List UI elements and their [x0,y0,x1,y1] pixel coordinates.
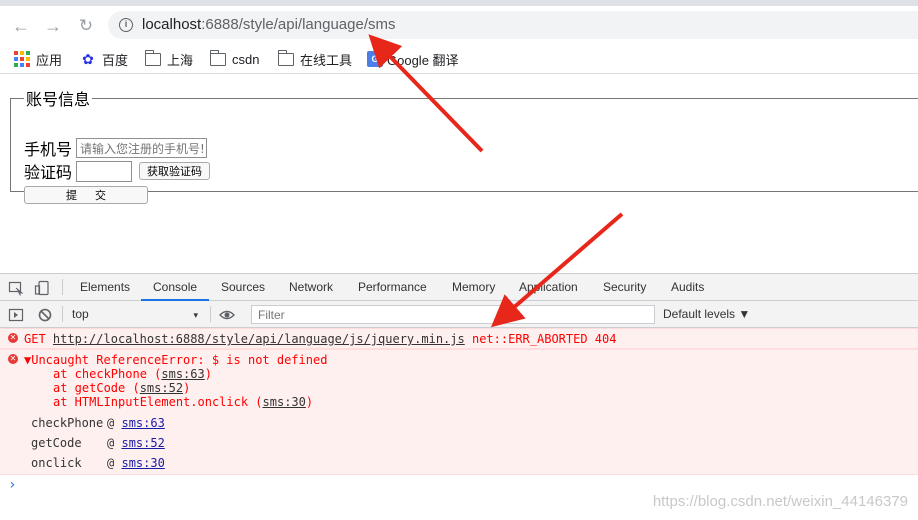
get-code-button[interactable]: 获取验证码 [139,162,211,180]
console-error-row: ✕ GET http://localhost:6888/style/api/la… [0,328,918,349]
prompt-chevron-icon: › [8,477,17,493]
bookmark-label: csdn [232,51,260,67]
phone-row: 手机号 请输入您注册的手机号! [24,136,208,160]
bookmark-folder-tools[interactable]: 在线工具 [277,49,353,68]
call-frame-row: onclick @ sms:30 [31,456,165,470]
phone-input[interactable]: 请输入您注册的手机号! [76,138,208,158]
toolbar-separator [62,306,63,322]
request-method: GET [24,332,46,346]
call-frames: checkPhone @ sms:63 getCode @ sms:52 oncli… [31,413,165,473]
bookmark-label: Google 翻译 [387,52,459,68]
reload-icon[interactable]: ↻ [75,15,97,37]
folder-icon [144,49,161,66]
watermark-text: https://blog.csdn.net/weixin_44146379 [652,493,908,510]
code-row: 验证码 获取验证码 [24,159,211,183]
console-filter-input[interactable]: Filter [251,305,655,324]
back-arrow-icon[interactable]: ← [10,15,32,37]
account-fieldset: 账号信息 手机号 请输入您注册的手机号! 验证码 获取验证码 提交 [10,86,918,204]
call-frame-row: checkPhone @ sms:63 [31,416,165,430]
tab-security[interactable]: Security [603,274,646,301]
console-toolbar: top ▾ Filter Default levels ▼ [0,301,918,328]
bookmark-label: 在线工具 [300,52,353,68]
folder-icon [209,49,226,66]
error-icon: ✕ [8,354,18,364]
source-link[interactable]: sms:63 [121,416,164,430]
inspect-element-icon[interactable] [8,280,24,296]
url-host: localhost [142,16,202,33]
toolbar-separator [210,306,211,322]
site-info-icon[interactable]: i [119,18,133,32]
tab-sources[interactable]: Sources [221,274,265,301]
bookmark-apps[interactable]: 应用 [14,50,62,68]
stack-trace: at checkPhone (sms:63) at getCode (sms:5… [53,367,313,409]
context-selector[interactable]: top ▾ [64,307,204,323]
call-frame-row: getCode @ sms:52 [31,436,165,450]
apps-grid-icon [14,51,30,67]
code-label: 验证码 [24,165,73,182]
stack-line: at getCode (sms:52) [53,381,191,395]
bookmarks-bar: 应用 ✿ 百度 上海 csdn 在线工具 G Google 翻译 [0,44,918,74]
account-legend: 账号信息 [26,92,91,109]
tab-elements[interactable]: Elements [80,274,130,301]
browser-toolbar: ← → ↻ i localhost:6888/style/api/languag… [0,0,918,44]
phone-label: 手机号 [24,142,73,159]
source-link[interactable]: sms:30 [121,456,164,470]
request-status: net::ERR_ABORTED 404 [471,332,617,346]
forward-arrow-icon[interactable]: → [42,15,64,37]
folder-icon [277,49,294,66]
log-levels-dropdown[interactable]: Default levels ▼ [663,307,750,321]
sidebar-toggle-icon[interactable] [8,307,24,323]
bookmark-google-translate[interactable]: G Google 翻译 [367,50,459,68]
console-error-row: ✕ ▼Uncaught ReferenceError: $ is not def… [0,349,918,475]
context-value: top [72,307,89,321]
devtools-panel: Elements Console Sources Network Perform… [0,273,918,520]
bookmark-label: 应用 [36,52,63,68]
dropdown-arrow-icon: ▾ [193,310,198,320]
stack-line: at checkPhone (sms:63) [53,367,212,381]
devtools-tabbar: Elements Console Sources Network Perform… [0,274,918,301]
tab-console[interactable]: Console [141,274,210,301]
request-url-link[interactable]: http://localhost:6888/style/api/language… [53,332,465,346]
tab-network[interactable]: Network [289,274,333,301]
source-link[interactable]: sms:52 [121,436,164,450]
source-link[interactable]: sms:52 [140,381,183,395]
tab-audits[interactable]: Audits [671,274,704,301]
tab-memory[interactable]: Memory [452,274,495,301]
clear-console-icon[interactable] [37,307,53,323]
google-translate-icon: G [367,51,383,67]
source-link[interactable]: sms:63 [161,367,204,381]
tab-performance[interactable]: Performance [358,274,427,301]
live-expression-eye-icon[interactable] [219,307,235,323]
url-path: :6888/style/api/language/sms [201,16,396,33]
stack-line: at HTMLInputElement.onclick (sms:30) [53,395,314,409]
bookmark-folder-csdn[interactable]: csdn [209,49,260,68]
tab-application[interactable]: Application [519,274,578,301]
device-toolbar-icon[interactable] [34,280,50,296]
bookmark-label: 上海 [167,52,194,68]
error-message[interactable]: ▼Uncaught ReferenceError: $ is not defin… [24,353,327,367]
baidu-paw-icon: ✿ [82,51,94,67]
bookmark-baidu[interactable]: ✿ 百度 [80,50,128,68]
tab-separator [62,279,63,295]
error-icon: ✕ [8,333,18,343]
bookmark-folder-shanghai[interactable]: 上海 [144,49,194,68]
code-input[interactable] [76,160,133,182]
url-text[interactable]: localhost:6888/style/api/language/sms [142,16,396,33]
address-bar[interactable]: i localhost:6888/style/api/language/sms [108,11,918,39]
source-link[interactable]: sms:30 [263,395,306,409]
bookmark-label: 百度 [102,52,129,68]
submit-button[interactable]: 提交 [24,186,148,204]
